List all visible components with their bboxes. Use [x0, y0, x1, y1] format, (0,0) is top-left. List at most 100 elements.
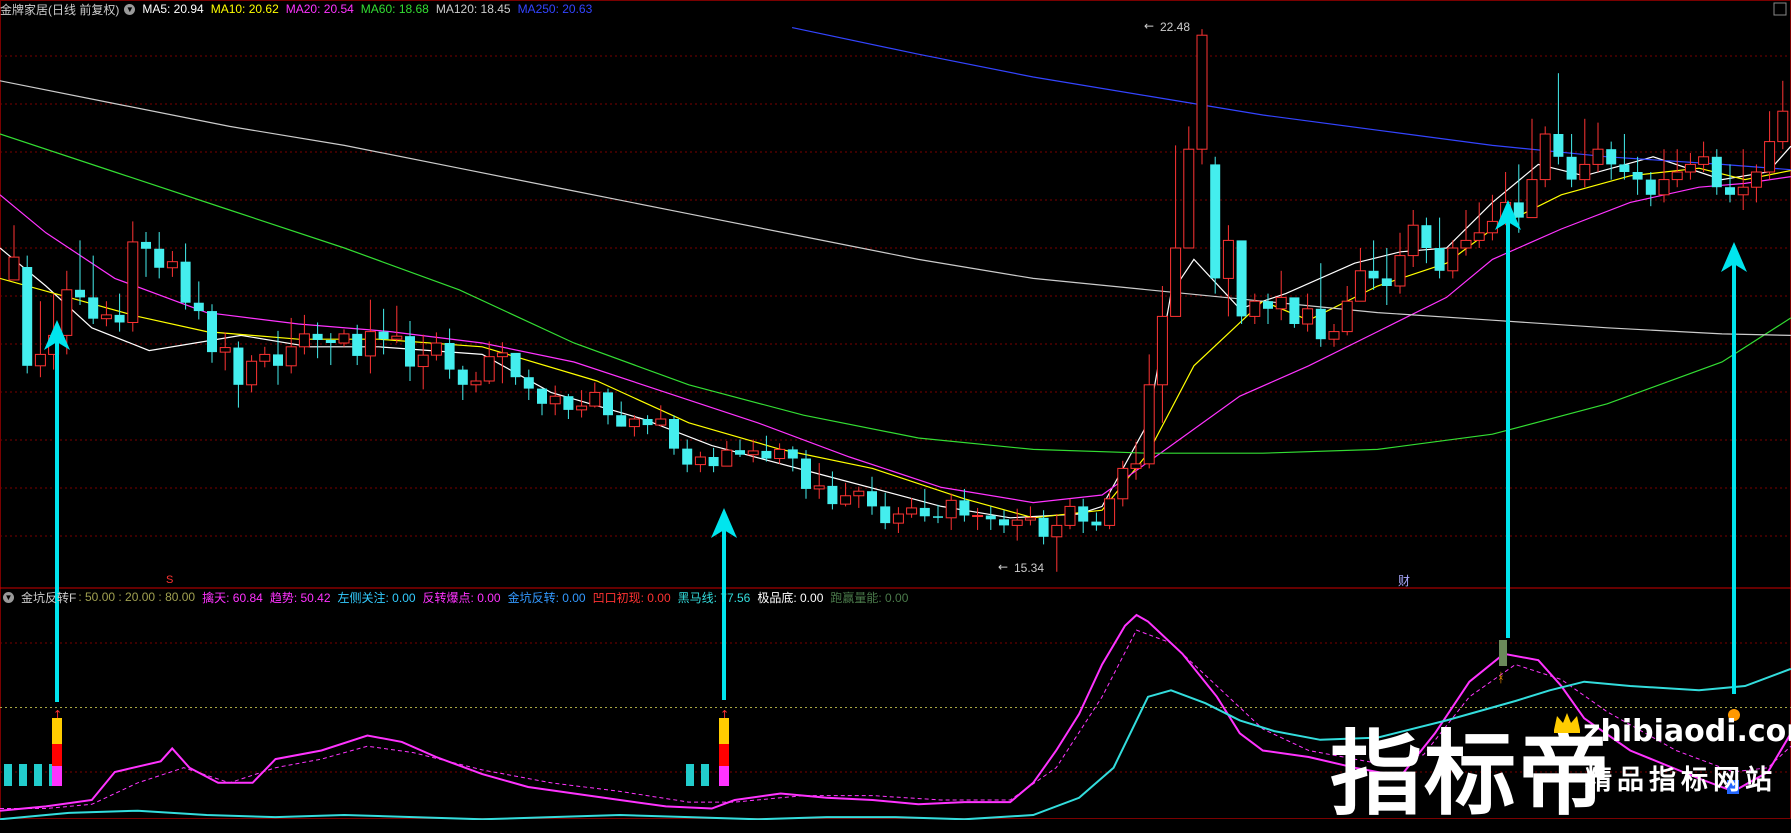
candle-body: [1275, 296, 1287, 310]
ma-line-ma5: [0, 145, 1791, 519]
signal-bar-red: [52, 744, 62, 766]
candle-body: [100, 314, 112, 320]
candle-body: [1117, 467, 1129, 500]
candle: [1725, 164, 1735, 203]
candle: [1526, 118, 1538, 219]
candle-body: [405, 336, 415, 367]
collapse-icon[interactable]: ▼: [124, 3, 136, 15]
candle: [669, 415, 679, 455]
candle-body: [1658, 179, 1670, 196]
candle-body: [972, 515, 984, 518]
candle-body: [827, 485, 838, 505]
candle-body: [483, 356, 495, 382]
candle-body: [1592, 148, 1604, 165]
signal-bar-magenta: [52, 766, 62, 786]
candle: [1078, 498, 1089, 533]
candle: [298, 314, 310, 355]
candle: [312, 322, 323, 359]
indicator-title: 金坑反转F: [21, 590, 77, 605]
candle-body: [75, 289, 85, 298]
candle-body: [1051, 524, 1063, 538]
candle-body: [233, 347, 244, 385]
candle-body: [1064, 505, 1076, 526]
candle: [1210, 156, 1221, 294]
ma-legend-item: MA60: 18.68: [360, 2, 429, 16]
candles: [8, 29, 1789, 572]
candle: [761, 435, 772, 462]
candle: [919, 488, 930, 522]
candle-body: [1473, 232, 1485, 241]
candle: [853, 486, 865, 508]
candle: [1684, 153, 1696, 180]
candle: [603, 388, 613, 425]
candle: [1539, 126, 1551, 188]
candle-body: [207, 311, 217, 353]
candle: [22, 255, 33, 374]
signal-column: [19, 764, 27, 786]
candle-body: [813, 485, 825, 490]
candle: [880, 492, 891, 530]
candle: [1249, 293, 1261, 324]
candle-body: [154, 248, 165, 268]
candle-body: [246, 360, 258, 386]
candle-body: [180, 261, 191, 303]
candle: [1447, 240, 1459, 279]
candle: [1328, 324, 1340, 347]
candle-body: [1381, 278, 1392, 286]
candle-body: [1777, 110, 1789, 143]
candle-body: [166, 261, 178, 269]
candle: [1553, 73, 1564, 165]
candle-body: [537, 388, 547, 404]
indicator-legend-item: 趋势: 50.42: [269, 590, 331, 605]
candle: [1619, 134, 1630, 180]
candle-body: [1328, 331, 1340, 340]
candle: [1289, 297, 1300, 328]
candle-body: [919, 507, 930, 517]
ma-line-ma10: [0, 167, 1791, 519]
candle: [1394, 232, 1406, 294]
candle-body: [1579, 163, 1591, 181]
candle: [1658, 149, 1670, 203]
candle-body: [1737, 186, 1749, 196]
signal-up-icon: ↑: [720, 708, 729, 721]
collapse-icon[interactable]: ▼: [3, 591, 14, 603]
candle-body: [352, 333, 363, 356]
candle: [735, 439, 745, 457]
signal-bar-yellow: [52, 718, 62, 744]
candle-body: [1091, 521, 1102, 526]
indicator-legend-item: 擒天: 60.84: [202, 590, 263, 605]
candle: [1645, 172, 1656, 207]
indicator-header: ▼ 金坑反转F : 50.00 : 20.00 : 80.00 擒天: 60.8…: [0, 588, 922, 606]
candle: [180, 243, 191, 310]
event-s-marker[interactable]: S: [166, 574, 173, 586]
candle-body: [985, 515, 996, 520]
candle: [352, 324, 363, 366]
candle-body: [880, 506, 891, 524]
candle: [1671, 149, 1683, 188]
candle-body: [259, 353, 271, 362]
candle: [1275, 270, 1287, 321]
indicator-legend-item: 凹口初现: 0.00: [592, 590, 671, 605]
signal-column: [34, 764, 42, 786]
candle-body: [682, 448, 693, 465]
candle-body: [457, 369, 468, 385]
candle: [207, 304, 217, 363]
candle: [364, 299, 376, 374]
candle-body: [1764, 141, 1776, 173]
candle: [1143, 354, 1155, 469]
candle-body: [1354, 270, 1366, 302]
candle-body: [642, 419, 653, 426]
scroll-right-icon[interactable]: [1773, 2, 1787, 16]
signal-arrows: [44, 200, 1747, 702]
candle: [1777, 80, 1789, 150]
signal-column: [4, 764, 12, 786]
event-cai-marker[interactable]: 财: [1398, 574, 1410, 588]
candle-body: [127, 241, 139, 323]
candle: [510, 352, 521, 385]
candle-body: [1460, 239, 1472, 249]
candle-body: [1539, 133, 1551, 181]
candle-body: [1368, 270, 1379, 279]
candle: [127, 221, 139, 332]
signal-arrow-icon: [44, 320, 70, 702]
candle-body: [959, 500, 970, 516]
